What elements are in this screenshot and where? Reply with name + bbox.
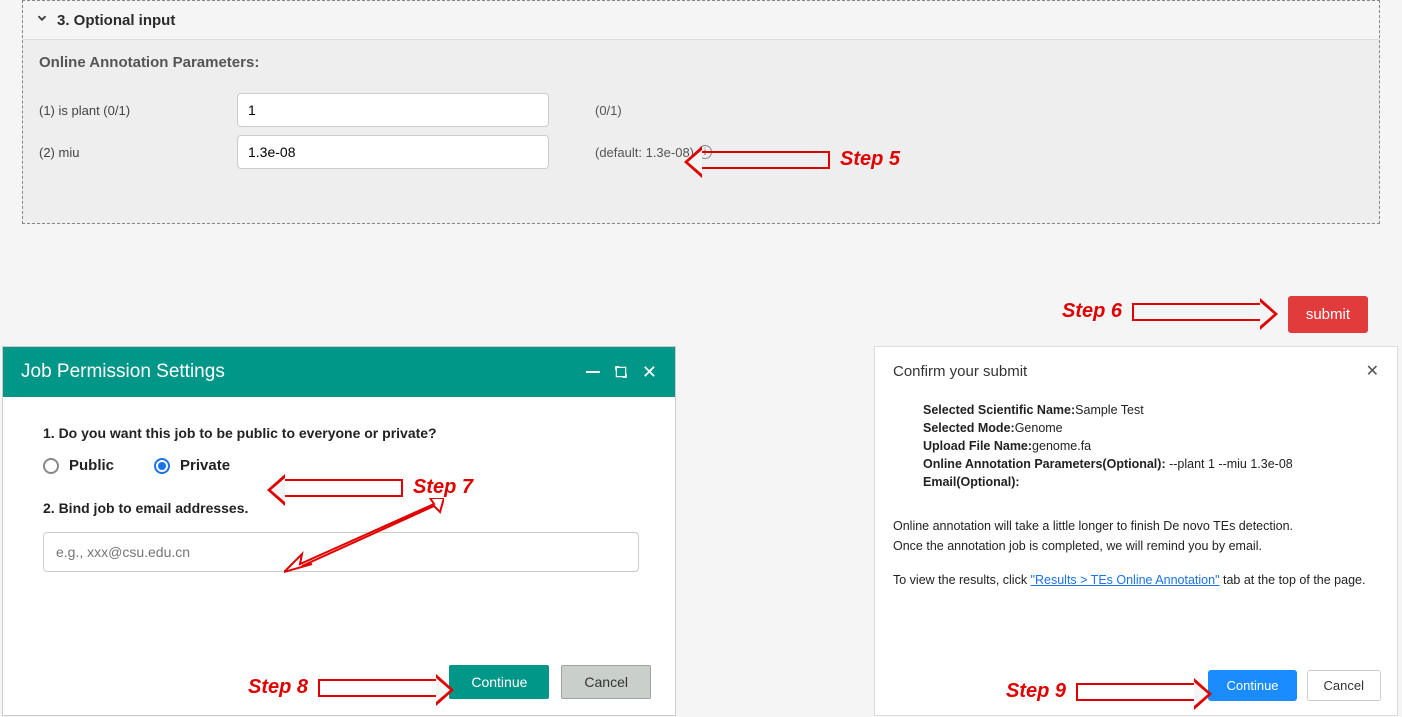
radio-icon — [43, 458, 59, 474]
modal-title: Job Permission Settings — [21, 361, 225, 383]
step5-annotation: Step 5 — [700, 148, 900, 171]
optional-input-panel: 3. Optional input Online Annotation Para… — [22, 0, 1380, 224]
accordion-title: 3. Optional input — [57, 12, 175, 29]
param-label: (1) is plant (0/1) — [39, 103, 237, 118]
cancel-button[interactable]: Cancel — [561, 665, 651, 699]
step9-annotation: Step 9 — [1006, 680, 1196, 703]
radio-private[interactable]: Private — [154, 457, 230, 474]
confirm-cancel-button[interactable]: Cancel — [1307, 670, 1381, 701]
param-hint: (0/1) — [595, 103, 622, 118]
confirm-row-mode: Selected Mode:Genome — [923, 421, 1379, 435]
modal-header: Job Permission Settings ✕ — [3, 347, 675, 397]
confirm-row-name: Selected Scientific Name:Sample Test — [923, 403, 1379, 417]
arrow-right-icon — [1132, 303, 1262, 321]
confirm-row-params: Online Annotation Parameters(Optional): … — [923, 457, 1379, 471]
accordion-header[interactable]: 3. Optional input — [23, 1, 1379, 40]
confirm-title: Confirm your submit — [893, 363, 1027, 380]
arrow-left-icon — [700, 151, 830, 169]
confirm-submit-modal: Confirm your submit ✕ Selected Scientifi… — [874, 346, 1398, 716]
radio-public[interactable]: Public — [43, 457, 114, 474]
minimize-icon[interactable] — [586, 371, 600, 373]
submit-button[interactable]: submit — [1288, 296, 1368, 333]
is-plant-input[interactable] — [237, 93, 549, 127]
arrow-left-icon — [283, 479, 403, 497]
param-label: (2) miu — [39, 145, 237, 160]
close-icon[interactable]: ✕ — [1366, 361, 1379, 381]
close-icon[interactable]: ✕ — [642, 362, 657, 383]
confirm-row-file: Upload File Name:genome.fa — [923, 439, 1379, 453]
confirm-continue-button[interactable]: Continue — [1208, 670, 1296, 701]
arrow-right-icon — [1076, 683, 1196, 701]
step8-annotation: Step 8 — [248, 676, 438, 699]
radio-icon — [154, 458, 170, 474]
results-link[interactable]: "Results > TEs Online Annotation" — [1031, 573, 1220, 587]
arrow-right-icon — [318, 679, 438, 697]
step6-annotation: Step 6 — [1062, 300, 1262, 323]
parameters-section-label: Online Annotation Parameters: — [39, 54, 1363, 71]
miu-input[interactable] — [237, 135, 549, 169]
confirm-note: Online annotation will take a little lon… — [893, 519, 1379, 533]
chevron-down-icon — [35, 11, 49, 29]
confirm-note: Once the annotation job is completed, we… — [893, 539, 1379, 553]
arrow-diagonal-icon — [284, 498, 444, 582]
continue-button[interactable]: Continue — [449, 665, 549, 699]
confirm-note-link-line: To view the results, click "Results > TE… — [893, 573, 1379, 587]
question-visibility: 1. Do you want this job to be public to … — [43, 425, 635, 441]
confirm-row-email: Email(Optional): — [923, 475, 1379, 489]
step7-annotation: Step 7 — [283, 476, 473, 499]
expand-icon[interactable] — [614, 365, 628, 379]
param-row-is-plant: (1) is plant (0/1) (0/1) — [39, 93, 1363, 127]
